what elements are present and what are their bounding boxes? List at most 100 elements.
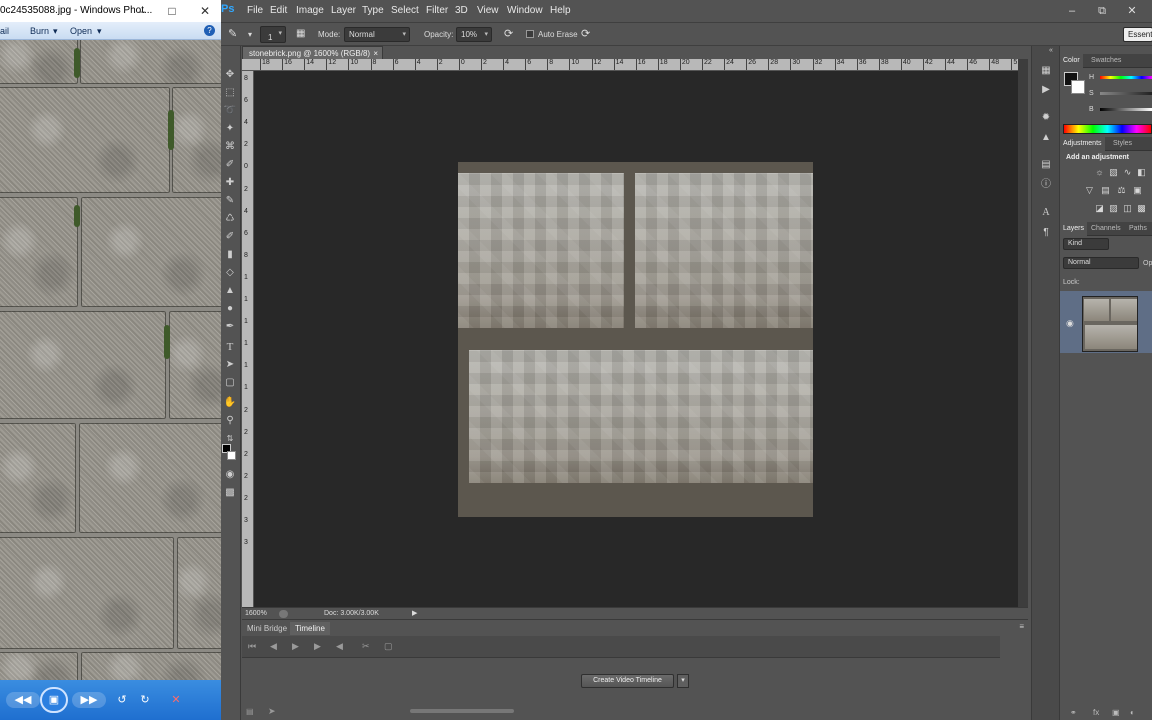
hue-sat-adjust-icon[interactable]: ▤ (1100, 185, 1111, 196)
layer-kind-filter[interactable]: Kind (1063, 238, 1109, 250)
adjustment-layer-icon[interactable]: ◐ (1130, 708, 1135, 717)
prev-icon[interactable]: ◀◀ (6, 692, 40, 708)
maximize-icon[interactable]: □ (161, 2, 183, 20)
mode-select[interactable]: Normal ▾ (344, 27, 410, 42)
menu-select[interactable]: Select (391, 5, 419, 16)
convert-icon[interactable]: ➤ (268, 706, 276, 717)
pen-tool-icon[interactable]: ✒ (223, 320, 237, 334)
scissors-icon[interactable]: ✂ (362, 641, 370, 652)
hand-tool-icon[interactable]: ✋ (223, 396, 237, 410)
auto-erase-checkbox[interactable] (526, 30, 534, 38)
menu-window[interactable]: Window (507, 5, 543, 16)
prev-frame-icon[interactable]: ◀ (270, 641, 277, 652)
create-video-timeline-button[interactable]: Create Video Timeline (581, 674, 674, 688)
stamp-tool-icon[interactable]: ♺ (223, 212, 237, 226)
next-frame-icon[interactable]: ▶ (314, 641, 321, 652)
blur-tool-icon[interactable]: ▲ (223, 284, 237, 298)
status-arrow-icon[interactable]: ▶ (412, 609, 417, 617)
add-mask-icon[interactable]: ▣ (1112, 708, 1120, 717)
rotate-right-icon[interactable]: ↻ (136, 692, 154, 708)
tab-timeline[interactable]: Timeline (290, 622, 330, 635)
layer-blend-mode[interactable]: Normal (1063, 257, 1139, 269)
background-color-swatch[interactable] (227, 451, 236, 460)
threshold-adjust-icon[interactable]: ◫ (1122, 203, 1133, 214)
stonebrick-document-canvas[interactable] (458, 162, 813, 517)
color-balance-adjust-icon[interactable]: ⚖ (1116, 185, 1127, 196)
document-tab[interactable]: stonebrick.png @ 1600% (RGB/8) × (242, 46, 383, 59)
marquee-tool-icon[interactable]: ⬚ (223, 86, 237, 100)
menu-layer[interactable]: Layer (331, 5, 356, 16)
tab-color[interactable]: Color (1060, 54, 1083, 68)
quick-mask-icon[interactable]: ◉ (223, 468, 237, 482)
help-icon[interactable]: ? (204, 25, 215, 36)
zoom-slider[interactable] (410, 709, 514, 713)
color-spectrum[interactable] (1063, 124, 1152, 134)
tab-mini-bridge[interactable]: Mini Bridge (242, 622, 292, 635)
workspace-switcher[interactable]: Essent (1123, 27, 1152, 42)
chevron-down-icon[interactable]: ▾ (248, 30, 252, 39)
gradient-map-adjust-icon[interactable]: ▩ (1136, 203, 1147, 214)
path-select-tool-icon[interactable]: ➤ (223, 358, 237, 372)
bw-adjust-icon[interactable]: ▣ (1132, 185, 1143, 196)
pencil-tool-icon[interactable]: ✎ (223, 194, 237, 208)
history-brush-tool-icon[interactable]: ✐ (223, 230, 237, 244)
delete-icon[interactable]: ✕ (167, 692, 185, 708)
slideshow-icon[interactable]: ▣ (40, 687, 68, 713)
status-options-icon[interactable] (279, 610, 288, 618)
brightness-slider[interactable] (1100, 108, 1152, 111)
levels-adjust-icon[interactable]: ▧ (1108, 167, 1119, 178)
chevron-down-icon[interactable]: ▾ (53, 26, 58, 37)
pencil-icon[interactable]: ✎ (228, 27, 237, 40)
actions-icon[interactable]: ▶ (1039, 83, 1053, 97)
menu-email[interactable]: ail (0, 26, 9, 36)
menu-file[interactable]: File (247, 5, 263, 16)
opacity-input[interactable]: 10% ▾ (456, 27, 492, 42)
dodge-tool-icon[interactable]: ● (223, 302, 237, 316)
hue-slider[interactable] (1100, 76, 1152, 79)
vibrance-adjust-icon[interactable]: ▽ (1084, 185, 1095, 196)
play-icon[interactable]: ▶ (292, 641, 299, 652)
menu-type[interactable]: Type (362, 5, 384, 16)
tab-styles[interactable]: Styles (1110, 137, 1135, 151)
menu-help[interactable]: Help (550, 5, 571, 16)
crop-tool-icon[interactable]: ⌘ (223, 140, 237, 154)
magic-wand-tool-icon[interactable]: ✦ (223, 122, 237, 136)
rotate-left-icon[interactable]: ↺ (113, 692, 131, 708)
clone-source-icon[interactable]: ▲ (1039, 131, 1053, 145)
menu-filter[interactable]: Filter (426, 5, 448, 16)
zoom-level[interactable]: 1600% (245, 610, 267, 617)
chevron-down-icon[interactable]: ▾ (677, 674, 689, 688)
curves-adjust-icon[interactable]: ∿ (1122, 167, 1133, 178)
zoom-tool-icon[interactable]: ⚲ (223, 414, 237, 428)
first-frame-icon[interactable]: ⏮ (248, 641, 256, 652)
close-icon[interactable]: ✕ (1121, 2, 1143, 20)
audio-icon[interactable]: ◀ (336, 641, 343, 652)
menu-edit[interactable]: Edit (270, 5, 287, 16)
menu-open[interactable]: Open (70, 26, 92, 36)
saturation-slider[interactable] (1100, 92, 1152, 95)
color-bg-swatch[interactable] (1071, 80, 1085, 94)
close-icon[interactable]: ✕ (194, 2, 216, 20)
pressure-opacity-icon[interactable]: ⟳ (504, 27, 513, 40)
bucket-tool-icon[interactable]: ◇ (223, 266, 237, 280)
restore-icon[interactable]: ⧉ (1091, 2, 1113, 20)
screen-mode-icon[interactable]: ▩ (223, 486, 237, 500)
brightness-adjust-icon[interactable]: ☼ (1094, 167, 1105, 178)
minimize-icon[interactable]: – (131, 2, 153, 20)
character-icon[interactable]: A (1039, 206, 1053, 220)
healing-tool-icon[interactable]: ✚ (223, 176, 237, 190)
next-icon[interactable]: ▶▶ (72, 692, 106, 708)
panel-menu-icon[interactable]: ≡ (1019, 622, 1024, 631)
brush-size-picker[interactable]: 1 ▾ (260, 26, 286, 43)
collapse-icon[interactable]: « (1049, 47, 1053, 54)
chevron-down-icon[interactable]: ▾ (97, 26, 102, 37)
menu-view[interactable]: View (477, 5, 499, 16)
pressure-size-icon[interactable]: ⟳ (581, 27, 590, 40)
info-icon[interactable]: ⓘ (1039, 178, 1053, 192)
eye-visibility-icon[interactable]: ◉ (1066, 318, 1074, 329)
move-tool-icon[interactable]: ✥ (223, 68, 237, 82)
minimize-icon[interactable]: – (1061, 2, 1083, 20)
eraser-tool-icon[interactable]: ▮ (223, 248, 237, 262)
link-layers-icon[interactable]: ⚭ (1070, 708, 1077, 717)
posterize-adjust-icon[interactable]: ▨ (1108, 203, 1119, 214)
